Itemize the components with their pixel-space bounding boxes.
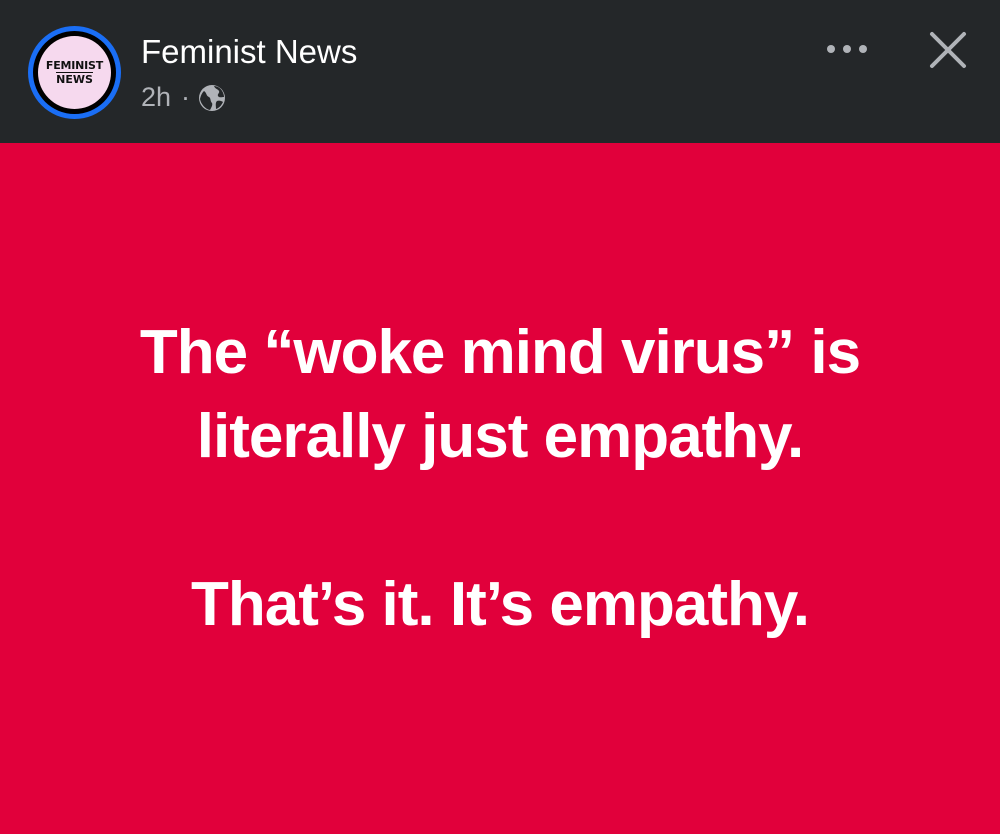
- timestamp[interactable]: 2h: [141, 80, 171, 114]
- avatar[interactable]: FEMINIST NEWS: [28, 26, 121, 119]
- post-text-line-1: The “woke mind virus” is: [139, 318, 861, 387]
- page-name-link[interactable]: Feminist News: [141, 32, 357, 72]
- post-image[interactable]: The “woke mind virus” is literally just …: [0, 143, 1000, 834]
- post-text-line-3: That’s it. It’s empathy.: [191, 570, 810, 639]
- avatar-logo: FEMINIST NEWS: [38, 36, 111, 109]
- meta-separator: ·: [181, 82, 191, 112]
- post-meta: 2h ·: [141, 80, 226, 114]
- globe-icon[interactable]: [198, 84, 226, 112]
- avatar-logo-text-1: FEMINIST: [45, 58, 104, 72]
- avatar-border: FEMINIST NEWS: [33, 31, 116, 114]
- more-options-icon[interactable]: [826, 38, 868, 60]
- close-icon[interactable]: [927, 29, 969, 71]
- post-header: FEMINIST NEWS Feminist News 2h ·: [0, 0, 1000, 143]
- post-text-line-2: literally just empathy.: [196, 402, 804, 471]
- avatar-logo-text-2: NEWS: [56, 71, 93, 86]
